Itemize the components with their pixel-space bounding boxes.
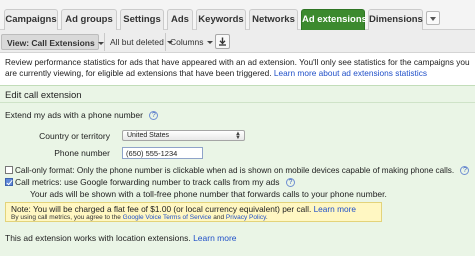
phone-label: Phone number — [54, 148, 110, 158]
extend-with-phone-row: Extend my ads with a phone number ? — [5, 110, 159, 121]
call-metrics-row: Call metrics: use Google forwarding numb… — [5, 177, 295, 188]
note-sub-text: By using call metrics, you agree to the — [11, 214, 121, 221]
filter-dropdown-label: All but deleted — [110, 37, 164, 47]
download-button[interactable] — [215, 34, 230, 49]
call-metrics-checkbox[interactable] — [5, 178, 13, 186]
toolbar-divider — [104, 33, 105, 51]
tab-bar: Campaigns Ad groups Settings Ads Keyword… — [0, 0, 475, 30]
chevron-down-icon — [97, 42, 104, 46]
tab-ad-extensions[interactable]: Ad extensions — [301, 9, 367, 30]
call-metrics-note: Note: You will be charged a flat fee of … — [5, 202, 382, 222]
location-extensions-text: This ad extension works with location ex… — [5, 233, 191, 243]
panel-divider — [0, 102, 475, 103]
tab-keywords[interactable]: Keywords — [196, 9, 246, 30]
call-only-row: Call-only format: Only the phone number … — [5, 166, 470, 176]
tab-networks[interactable]: Networks — [249, 9, 298, 30]
columns-dropdown-label: Columns — [170, 37, 204, 47]
note-text: Note: You will be charged a flat fee of … — [11, 204, 312, 214]
select-arrows-icon: ▲ ▼ — [235, 131, 241, 141]
country-select-value: United States — [127, 132, 170, 139]
note-sub-and: and — [213, 214, 225, 221]
call-only-checkbox[interactable] — [5, 166, 13, 174]
download-icon — [219, 37, 226, 46]
chevron-down-icon — [430, 17, 436, 21]
extend-with-phone-label: Extend my ads with a phone number — [5, 110, 143, 120]
view-dropdown-label: View: Call Extensions — [7, 38, 95, 48]
stats-description: Review performance statistics for ads th… — [5, 57, 471, 78]
columns-dropdown[interactable]: Columns — [170, 34, 213, 50]
call-metrics-label: Call metrics: use Google forwarding numb… — [15, 177, 280, 187]
terms-of-service-link[interactable]: Google Voice Terms of Service — [123, 214, 212, 221]
tab-campaigns[interactable]: Campaigns — [4, 9, 58, 30]
help-icon[interactable]: ? — [285, 178, 295, 188]
location-learn-more-link[interactable]: Learn more — [193, 233, 236, 243]
help-icon[interactable]: ? — [460, 166, 470, 176]
privacy-policy-link[interactable]: Privacy Policy — [226, 214, 266, 221]
country-label: Country or territory — [39, 131, 110, 141]
toolbar-divider — [165, 33, 166, 51]
call-only-label: Call-only format: Only the phone number … — [15, 166, 455, 175]
chevron-down-icon — [206, 41, 213, 45]
tab-settings[interactable]: Settings — [120, 9, 164, 30]
more-tabs-button[interactable] — [426, 11, 440, 25]
edit-call-extension-panel: Edit call extension Extend my ads with a… — [0, 85, 475, 256]
panel-title: Edit call extension — [5, 90, 82, 101]
toolbar: View: Call Extensions All but deleted Co… — [0, 30, 475, 53]
phone-number-input[interactable] — [122, 147, 203, 159]
country-select[interactable]: United States ▲ ▼ — [122, 130, 245, 141]
tab-ads[interactable]: Ads — [167, 9, 193, 30]
filter-dropdown[interactable]: All but deleted — [110, 34, 173, 50]
call-metrics-subtext: Your ads will be shown with a toll-free … — [30, 189, 387, 199]
tab-ad-groups[interactable]: Ad groups — [61, 9, 117, 30]
tab-dimensions[interactable]: Dimensions — [368, 9, 423, 30]
note-learn-more-link[interactable]: Learn more — [314, 204, 356, 214]
location-extensions-row: This ad extension works with location ex… — [5, 233, 237, 243]
view-dropdown[interactable]: View: Call Extensions — [1, 34, 104, 50]
learn-more-stats-link[interactable]: Learn more about ad extensions statistic… — [274, 68, 427, 78]
note-sub-end: . — [265, 214, 268, 221]
help-icon[interactable]: ? — [149, 111, 159, 121]
